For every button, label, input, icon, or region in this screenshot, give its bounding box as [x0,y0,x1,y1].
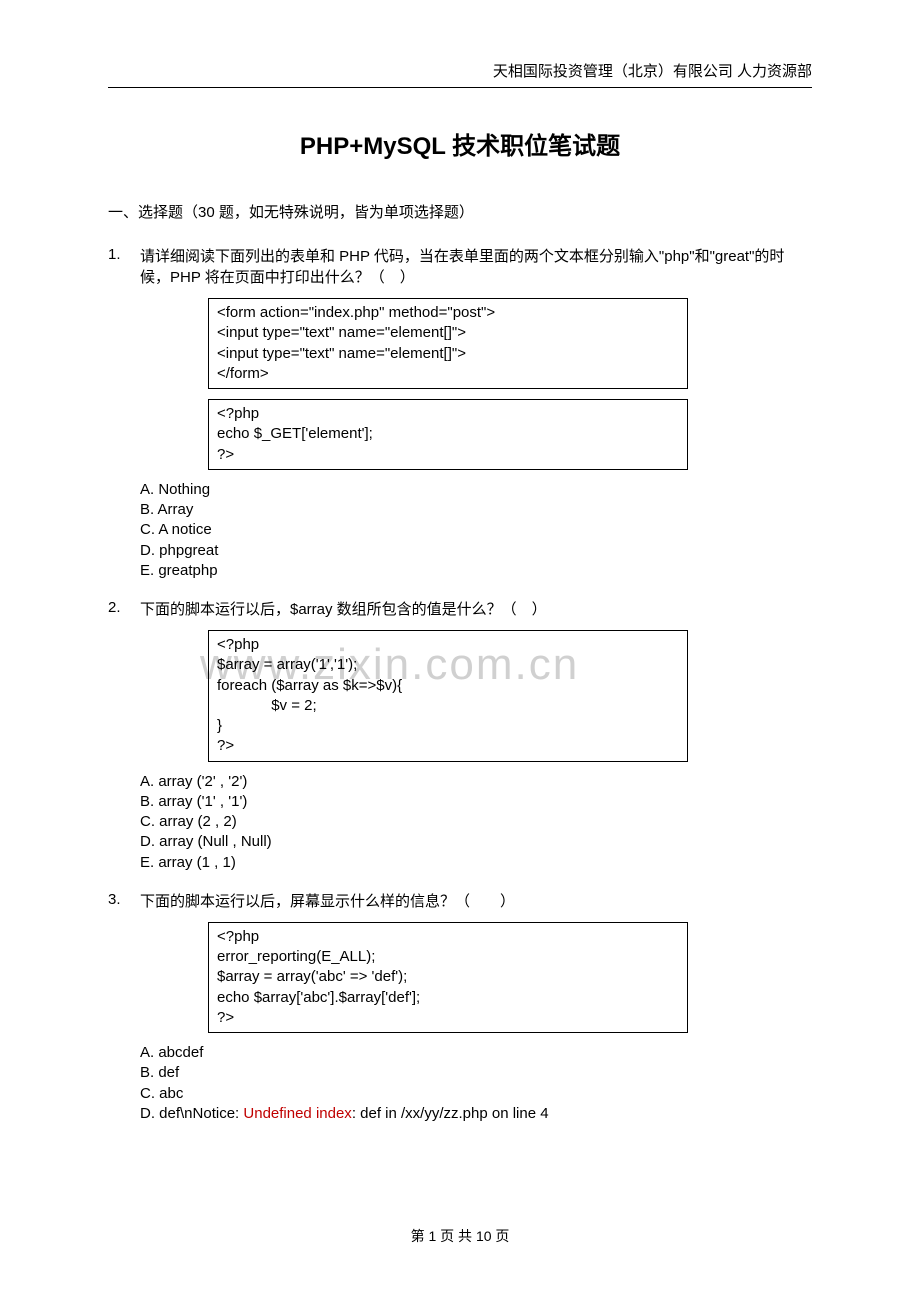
q1-number: 1. [108,246,140,263]
q3-option-d-red: Undefined index [243,1105,351,1122]
q3-text: 下面的脚本运行以后，屏幕显示什么样的信息？（ ） [140,891,812,912]
page-content: 天相国际投资管理（北京）有限公司 人力资源部 PHP+MySQL 技术职位笔试题… [0,0,920,1124]
q1-option-b: B. Array [140,500,812,520]
q1-option-e: E. greatphp [140,561,812,581]
section-intro: 一、选择题（30 题，如无特殊说明，皆为单项选择题） [108,201,812,222]
q2-number: 2. [108,599,140,616]
q3-option-d: D. def\nNotice: Undefined index: def in … [140,1104,812,1124]
q3-option-b: B. def [140,1063,812,1083]
q2-option-e: E. array (1 , 1) [140,853,812,873]
q2-code-box: <?php $array = array('1','1'); foreach (… [208,630,688,762]
q3-number: 3. [108,891,140,908]
q1-code-box-1: <form action="index.php" method="post"> … [208,298,688,389]
q2-option-c: C. array (2 , 2) [140,812,812,832]
q3-option-a: A. abcdef [140,1043,812,1063]
q1-option-a: A. Nothing [140,480,812,500]
q2-text: 下面的脚本运行以后，$array 数组所包含的值是什么？（ ） [140,599,812,620]
question-1: 1. 请详细阅读下面列出的表单和 PHP 代码，当在表单里面的两个文本框分别输入… [108,246,812,581]
page-footer: 第 1 页 共 10 页 [0,1226,920,1246]
q3-code-box: <?php error_reporting(E_ALL); $array = a… [208,922,688,1033]
q2-option-b: B. array ('1' , '1') [140,792,812,812]
q2-option-d: D. array (Null , Null) [140,832,812,852]
q1-code-box-2: <?php echo $_GET['element']; ?> [208,399,688,470]
q1-option-d: D. phpgreat [140,541,812,561]
q3-option-c: C. abc [140,1084,812,1104]
q3-option-d-post: : def in /xx/yy/zz.php on line 4 [352,1105,549,1122]
header-company: 天相国际投资管理（北京）有限公司 人力资源部 [108,60,812,88]
page-title: PHP+MySQL 技术职位笔试题 [108,126,812,161]
question-2: 2. 下面的脚本运行以后，$array 数组所包含的值是什么？（ ） <?php… [108,599,812,873]
q3-option-d-pre: D. def\nNotice: [140,1105,243,1122]
q1-options: A. Nothing B. Array C. A notice D. phpgr… [140,480,812,581]
question-3: 3. 下面的脚本运行以后，屏幕显示什么样的信息？（ ） <?php error_… [108,891,812,1124]
q2-options: A. array ('2' , '2') B. array ('1' , '1'… [140,772,812,873]
q2-option-a: A. array ('2' , '2') [140,772,812,792]
q1-text: 请详细阅读下面列出的表单和 PHP 代码，当在表单里面的两个文本框分别输入"ph… [140,246,812,288]
q1-option-c: C. A notice [140,520,812,540]
q3-options: A. abcdef B. def C. abc D. def\nNotice: … [140,1043,812,1124]
